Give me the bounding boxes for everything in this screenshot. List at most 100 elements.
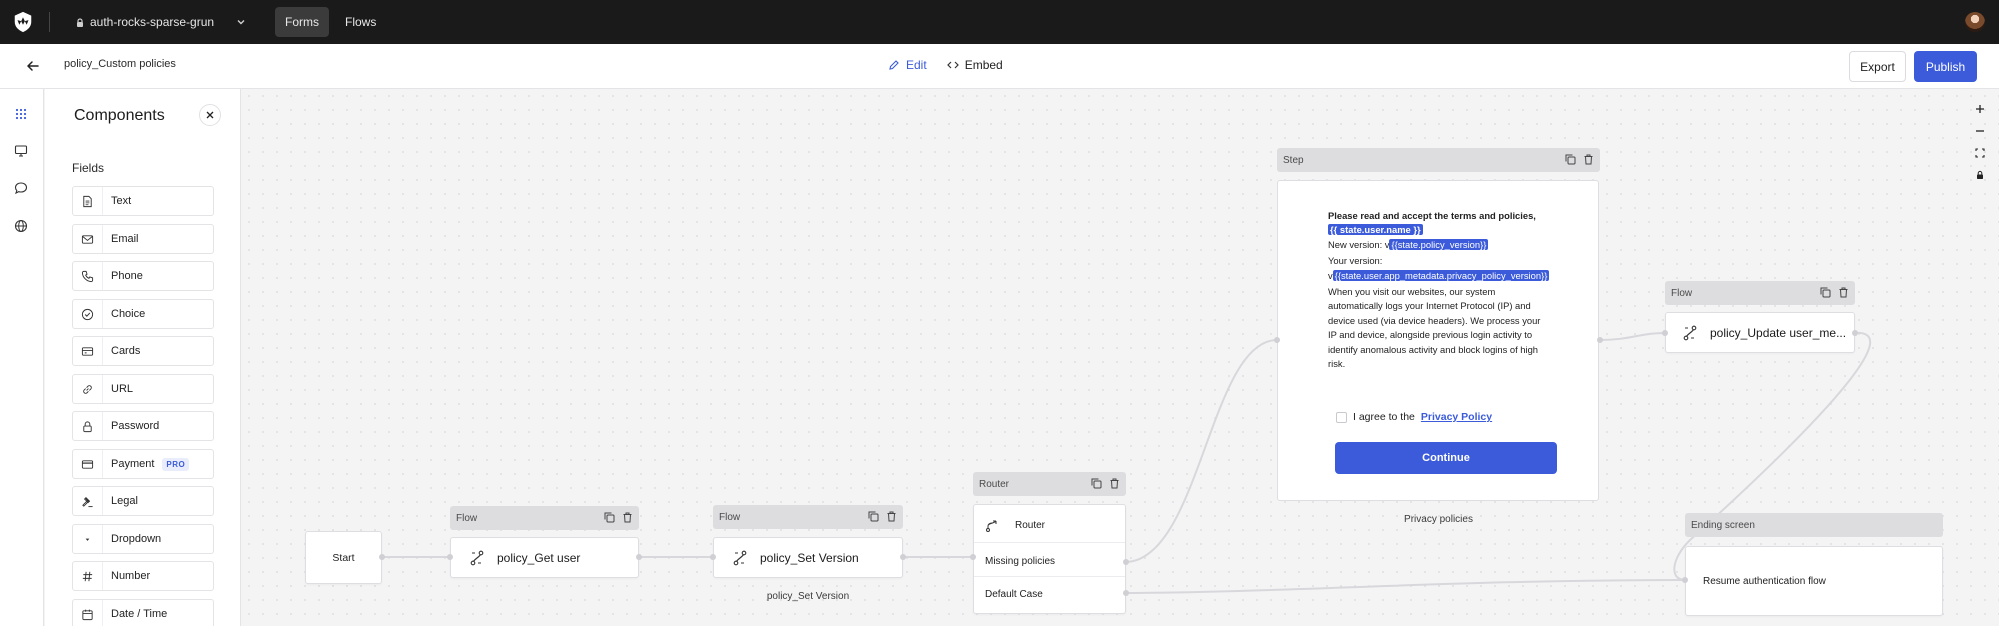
field-phone[interactable]: Phone xyxy=(72,261,214,291)
shield-logo-icon[interactable] xyxy=(12,11,34,33)
tab-edit[interactable]: Edit xyxy=(888,54,927,76)
step-node-header[interactable]: Step xyxy=(1277,148,1600,178)
field-number[interactable]: Number xyxy=(72,561,214,591)
continue-button[interactable]: Continue xyxy=(1335,442,1557,474)
trash-icon[interactable] xyxy=(886,511,897,522)
fit-view-button[interactable] xyxy=(1971,144,1989,162)
trash-icon[interactable] xyxy=(622,512,633,523)
privacy-body: When you visit our websites, our system … xyxy=(1328,286,1541,370)
duplicate-icon[interactable] xyxy=(1820,287,1831,298)
globe-icon[interactable] xyxy=(14,219,28,233)
field-cards[interactable]: Cards xyxy=(72,336,214,366)
lock-canvas-button[interactable] xyxy=(1971,166,1989,184)
avatar[interactable] xyxy=(1965,12,1985,32)
flow-icon xyxy=(470,550,484,565)
route-label: Missing policies xyxy=(985,555,1056,567)
field-url[interactable]: URL xyxy=(72,374,214,404)
duplicate-icon[interactable] xyxy=(1565,154,1576,165)
field-label: Email xyxy=(111,233,139,245)
components-panel: Components Fields Text Email Phone Choic… xyxy=(45,89,241,626)
flow-name: policy_Get user xyxy=(497,550,581,565)
nav-flows[interactable]: Flows xyxy=(335,7,386,37)
flow-icon xyxy=(1683,325,1697,340)
port[interactable] xyxy=(1123,590,1129,596)
field-label: Date / Time xyxy=(111,608,168,620)
duplicate-icon[interactable] xyxy=(868,511,879,522)
port[interactable] xyxy=(379,554,385,560)
close-button[interactable] xyxy=(199,104,221,126)
trash-icon[interactable] xyxy=(1583,154,1594,165)
node-type-label: Flow xyxy=(1671,287,1693,299)
dropdown-icon xyxy=(85,538,90,541)
trash-icon[interactable] xyxy=(1109,478,1120,489)
route-missing-policies[interactable]: Missing policies xyxy=(974,546,1125,577)
zoom-in-button[interactable] xyxy=(1971,100,1989,118)
field-label: Dropdown xyxy=(111,533,162,545)
flow-node-set-version[interactable]: Flow policy_Set Version xyxy=(713,505,903,578)
calendar-icon xyxy=(82,609,93,620)
tenant-selector[interactable]: auth-rocks-sparse-grun xyxy=(76,12,246,32)
step-node[interactable]: Please read and accept the terms and pol… xyxy=(1277,180,1599,501)
field-legal[interactable]: Legal xyxy=(72,486,214,516)
lock-icon xyxy=(1977,170,1983,179)
port[interactable] xyxy=(1597,337,1603,343)
minus-icon xyxy=(1976,130,1984,132)
port[interactable] xyxy=(1682,577,1688,583)
flow-node-update-user[interactable]: Flow policy_Update user_me... xyxy=(1665,281,1855,353)
route-default-case[interactable]: Default Case xyxy=(974,579,1125,610)
fit-view-icon xyxy=(1975,148,1985,158)
port[interactable] xyxy=(1123,559,1129,565)
ending-label: Resume authentication flow xyxy=(1703,575,1826,587)
field-text[interactable]: Text xyxy=(72,186,214,216)
field-label: Choice xyxy=(111,308,146,320)
nav-forms[interactable]: Forms xyxy=(275,7,329,37)
field-payment[interactable]: Payment PRO xyxy=(72,449,214,479)
field-password[interactable]: Password xyxy=(72,411,214,441)
monitor-icon[interactable] xyxy=(14,144,28,158)
step-content: Please read and accept the terms and pol… xyxy=(1328,209,1550,371)
port[interactable] xyxy=(636,554,642,560)
port[interactable] xyxy=(970,554,976,560)
step-intro: Please read and accept the terms and pol… xyxy=(1328,210,1536,221)
node-type-label: Step xyxy=(1283,154,1304,166)
field-date-time[interactable]: Date / Time xyxy=(72,599,214,626)
field-email[interactable]: Email xyxy=(72,224,214,254)
node-type-label: Flow xyxy=(719,511,741,523)
node-body: policy_Set Version xyxy=(713,537,903,578)
grid-icon[interactable] xyxy=(14,107,28,121)
field-choice[interactable]: Choice xyxy=(72,299,214,329)
export-button[interactable]: Export xyxy=(1849,51,1906,82)
start-node[interactable]: Start xyxy=(305,531,382,584)
chat-bubble-icon[interactable] xyxy=(14,181,28,195)
new-version-label: New version: v xyxy=(1328,238,1390,250)
privacy-policy-link[interactable]: Privacy Policy xyxy=(1421,411,1492,423)
trash-icon[interactable] xyxy=(1838,287,1849,298)
port[interactable] xyxy=(447,554,453,560)
left-rail xyxy=(0,89,44,626)
arrow-left-icon[interactable] xyxy=(26,59,40,73)
node-body: policy_Get user xyxy=(450,537,639,578)
port[interactable] xyxy=(1662,330,1668,336)
duplicate-icon[interactable] xyxy=(1091,478,1102,489)
port[interactable] xyxy=(1274,337,1280,343)
node-body: Resume authentication flow xyxy=(1685,546,1943,616)
port[interactable] xyxy=(710,554,716,560)
tab-embed[interactable]: Embed xyxy=(946,54,1003,76)
zoom-out-button[interactable] xyxy=(1971,122,1989,140)
field-dropdown[interactable]: Dropdown xyxy=(72,524,214,554)
field-label: URL xyxy=(111,383,134,395)
field-label: Payment xyxy=(111,458,155,470)
publish-button[interactable]: Publish xyxy=(1914,51,1977,82)
field-label: Password xyxy=(111,420,160,432)
flow-node-get-user[interactable]: Flow policy_Get user xyxy=(450,506,639,578)
divider xyxy=(49,12,50,32)
agree-checkbox[interactable] xyxy=(1336,411,1347,423)
ending-screen-node[interactable]: Ending screen Resume authentication flow xyxy=(1685,513,1943,616)
port[interactable] xyxy=(1852,330,1858,336)
tab-embed-label: Embed xyxy=(964,58,1003,72)
document-icon xyxy=(83,195,92,207)
duplicate-icon[interactable] xyxy=(604,512,615,523)
node-caption: policy_Set Version xyxy=(766,591,850,602)
port[interactable] xyxy=(900,554,906,560)
router-node[interactable]: Router Router Missing policies Default C… xyxy=(973,472,1126,614)
